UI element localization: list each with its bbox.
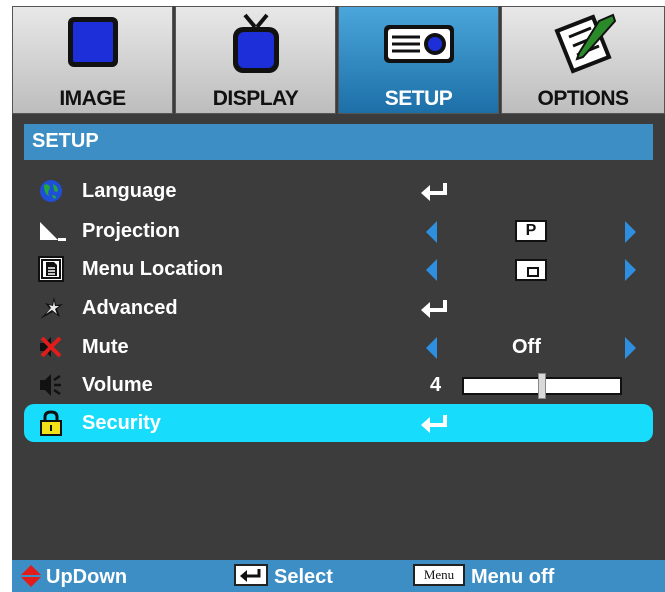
sparkle-icon (38, 295, 66, 321)
enter-icon (419, 181, 449, 206)
menu-item-menu-location[interactable]: Menu Location (24, 250, 653, 288)
hint-updown: UpDown (46, 566, 128, 588)
tab-options[interactable]: OPTIONS (501, 6, 665, 114)
arrow-left-icon[interactable] (426, 259, 438, 286)
hint-select: Select (274, 566, 333, 588)
speaker-icon (38, 372, 66, 398)
notepad-icon (502, 13, 664, 79)
tab-display[interactable]: DISPLAY (175, 6, 336, 114)
globe-icon (38, 178, 66, 204)
menu-item-label: Language (82, 180, 177, 202)
menu-item-language[interactable]: Language (24, 172, 653, 210)
enter-key-icon (234, 564, 268, 586)
mute-value: Off (512, 336, 541, 358)
menu-item-label: Menu Location (82, 258, 224, 280)
menu-location-value (515, 259, 547, 281)
footer-hint-bar: UpDown Select Menu Menu off (12, 560, 665, 592)
tab-label: DISPLAY (212, 87, 299, 110)
document-icon (38, 256, 66, 282)
projection-icon (38, 218, 66, 244)
enter-icon (419, 413, 449, 438)
tab-image[interactable]: IMAGE (12, 6, 173, 114)
section-header: SETUP (24, 124, 653, 160)
tab-label: IMAGE (59, 87, 126, 110)
lock-icon (38, 410, 66, 436)
menu-item-label: Mute (82, 336, 129, 358)
menu-item-advanced[interactable]: Advanced (24, 289, 653, 327)
enter-icon (419, 298, 449, 323)
projection-value: P (515, 220, 547, 242)
menu-item-label: Advanced (82, 297, 178, 319)
center-position-icon (527, 267, 539, 277)
updown-arrows-icon (20, 565, 42, 592)
menu-item-label: Projection (82, 220, 180, 242)
hint-menu-off: Menu off (471, 566, 555, 588)
tab-label: OPTIONS (537, 87, 629, 110)
menu-item-label: Security (82, 412, 161, 434)
tv-icon (176, 13, 335, 79)
tab-setup[interactable]: SETUP (338, 6, 499, 114)
arrow-right-icon[interactable] (624, 337, 636, 364)
tab-bar: IMAGE DISPLAY SETUP OPTIONS (12, 6, 665, 114)
menu-item-security[interactable]: Security (24, 404, 653, 442)
volume-value: 4 (430, 374, 442, 396)
menu-key-icon: Menu (413, 564, 465, 586)
menu-item-label: Volume (82, 374, 153, 396)
arrow-right-icon[interactable] (624, 259, 636, 286)
arrow-right-icon[interactable] (624, 221, 636, 248)
osd-menu: IMAGE DISPLAY SETUP OPTIONS SETUP Langua… (12, 6, 665, 592)
arrow-left-icon[interactable] (426, 221, 438, 248)
menu-item-projection[interactable]: Projection P (24, 212, 653, 250)
volume-slider[interactable] (462, 373, 622, 399)
menu-item-volume[interactable]: Volume 4 (24, 366, 653, 404)
volume-slider-thumb[interactable] (538, 373, 546, 399)
menu-item-mute[interactable]: Mute Off (24, 328, 653, 366)
section-title: SETUP (32, 130, 99, 152)
projector-icon (339, 13, 498, 79)
tab-label: SETUP (384, 87, 453, 110)
arrow-left-icon[interactable] (426, 337, 438, 364)
mute-icon (38, 334, 66, 360)
monitor-icon (13, 13, 172, 79)
